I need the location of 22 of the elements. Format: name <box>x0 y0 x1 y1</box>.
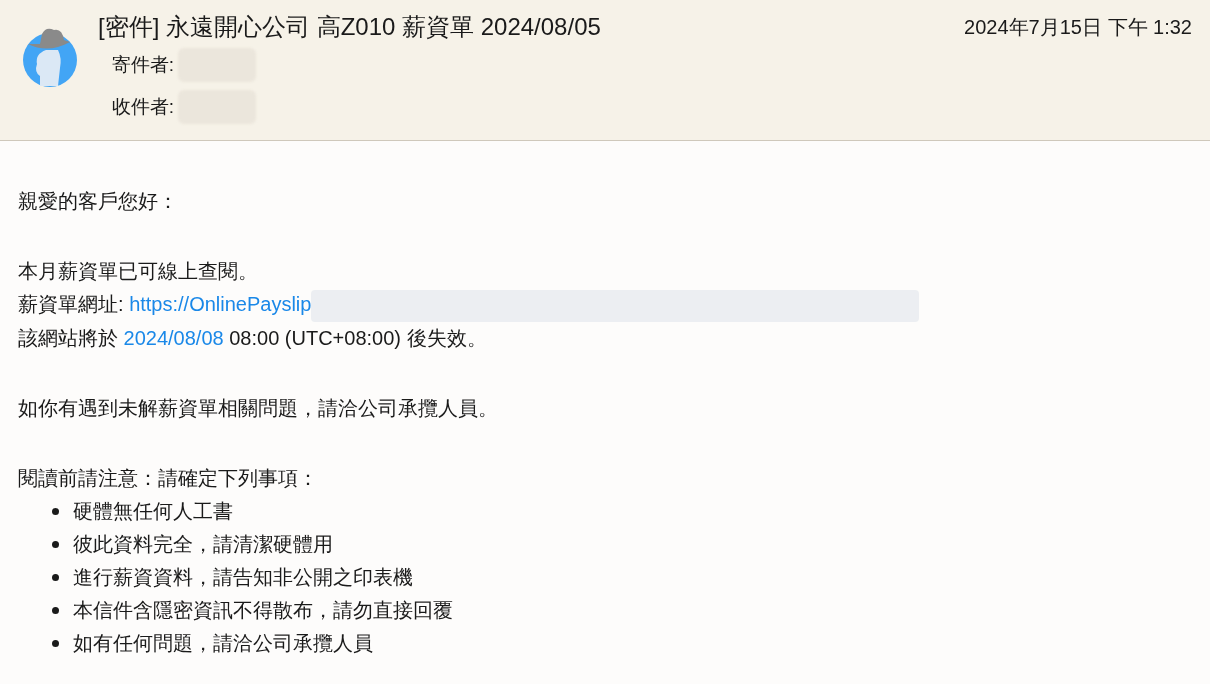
bullet-icon <box>52 507 59 515</box>
list-item: 硬體無任何人工書 <box>73 498 233 524</box>
list-item: 彼此資料完全，請清潔硬體用 <box>73 531 333 557</box>
body-text: 閱讀前請注意：請確定下列事項： <box>18 465 319 491</box>
email-subject: [密件] 永遠開心公司 高Z010 薪資單 2024/08/05 <box>98 12 602 42</box>
list-item: 進行薪資資料，請告知非公開之印表機 <box>73 564 413 590</box>
bullet-icon <box>52 639 59 647</box>
body-text: 親愛的客戶您好： <box>18 189 179 214</box>
body-text: 如你有遇到未解薪資單相關問題，請洽公司承攬人員。 <box>18 395 499 421</box>
body-text: 薪資單網址: https://OnlinePayslip <box>18 288 1192 322</box>
field-label: 收件者: <box>110 94 174 119</box>
bullet-icon <box>52 606 59 614</box>
field-label: 寄件者: <box>110 52 174 77</box>
body-text: 本月薪資單已可線上查閱。 <box>18 259 259 284</box>
list-item: 如有任何問題，請洽公司承攬人員 <box>73 630 373 656</box>
body-text: 該網站將於 2024/08/08 08:00 (UTC+08:00) 後失效。 <box>18 325 488 351</box>
list-item: 本信件含隱密資訊不得散布，請勿直接回覆 <box>73 597 453 623</box>
email-date: 2024年7月15日 下午 1:32 <box>964 15 1192 40</box>
link-text[interactable]: https://OnlinePayslip <box>129 293 312 315</box>
link-text[interactable]: 2024/08/08 <box>123 326 224 349</box>
bullet-icon <box>52 540 59 548</box>
bullet-icon <box>52 573 59 581</box>
